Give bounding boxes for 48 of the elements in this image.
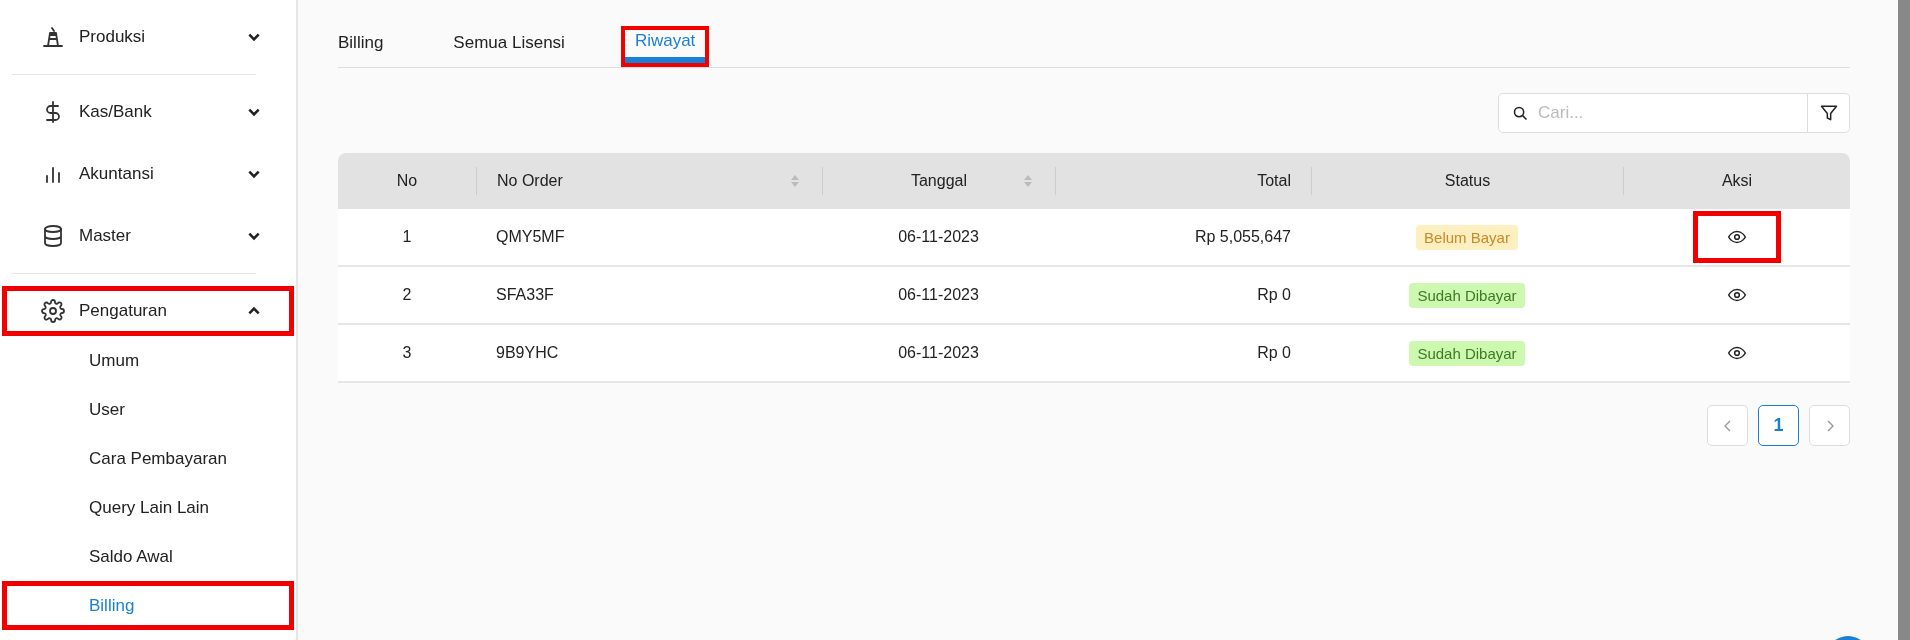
table-cell: 2 (402, 286, 412, 304)
submenu-item[interactable]: User (2, 385, 294, 434)
column-header: Status (1444, 172, 1491, 190)
table-cell: 1 (402, 228, 412, 246)
previous-page-button[interactable] (1707, 405, 1748, 446)
table-cell: 3 (402, 344, 412, 362)
page-button[interactable]: 1 (1758, 405, 1799, 446)
sidebar-item[interactable]: Akuntansi (2, 149, 294, 199)
table-cell: 06-11-2023 (898, 344, 979, 362)
scrollbar[interactable] (1898, 0, 1910, 640)
tab[interactable]: Semua Lisensi (439, 26, 579, 67)
filter-button[interactable] (1808, 93, 1850, 133)
sidebar-item[interactable]: Pengaturan (2, 286, 294, 336)
search-field[interactable]: Cari... (1498, 93, 1808, 133)
submenu-item[interactable]: Umum (2, 336, 294, 385)
table-cell: QMY5MF (496, 228, 565, 246)
column-header: Tanggal (910, 172, 967, 190)
sidebar-item[interactable]: Produksi (2, 12, 294, 62)
sidebar-item[interactable]: Master (2, 211, 294, 261)
database-icon (41, 224, 65, 248)
status-badge: Sudah Dibayar (1409, 282, 1525, 308)
submenu-item[interactable]: Cara Pembayaran (2, 434, 294, 483)
status-badge: Belum Bayar (1416, 224, 1518, 250)
column-header: No Order (497, 172, 563, 190)
next-page-button[interactable] (1809, 405, 1850, 446)
filter-icon (1818, 103, 1839, 123)
status-badge: Sudah Dibayar (1409, 340, 1525, 366)
view-button[interactable] (1692, 211, 1781, 263)
settings-icon (41, 299, 65, 323)
table-cell: Rp 0 (1257, 344, 1291, 362)
crane-icon (41, 25, 65, 49)
table-cell: 9B9YHC (496, 344, 559, 362)
table-cell: SFA33F (496, 286, 554, 304)
column-header: Aksi (1721, 172, 1753, 190)
table-cell: Rp 0 (1257, 286, 1291, 304)
sidebar-item[interactable]: Kas/Bank (2, 87, 294, 137)
sort-icon[interactable] (1023, 174, 1033, 188)
table-cell: 06-11-2023 (898, 286, 979, 304)
submenu-item[interactable]: Query Lain Lain (2, 483, 294, 532)
submenu-item[interactable]: Billing (2, 581, 294, 630)
sort-icon[interactable] (790, 174, 800, 188)
table-cell: 06-11-2023 (898, 228, 979, 246)
column-header: Total (1257, 172, 1291, 190)
tab[interactable]: Riwayat (620, 26, 710, 67)
column-header: No (396, 172, 418, 190)
table-cell: Rp 5,055,647 (1194, 228, 1291, 246)
submenu-item[interactable]: Saldo Awal (2, 532, 294, 581)
tab[interactable]: Billing (338, 26, 398, 67)
